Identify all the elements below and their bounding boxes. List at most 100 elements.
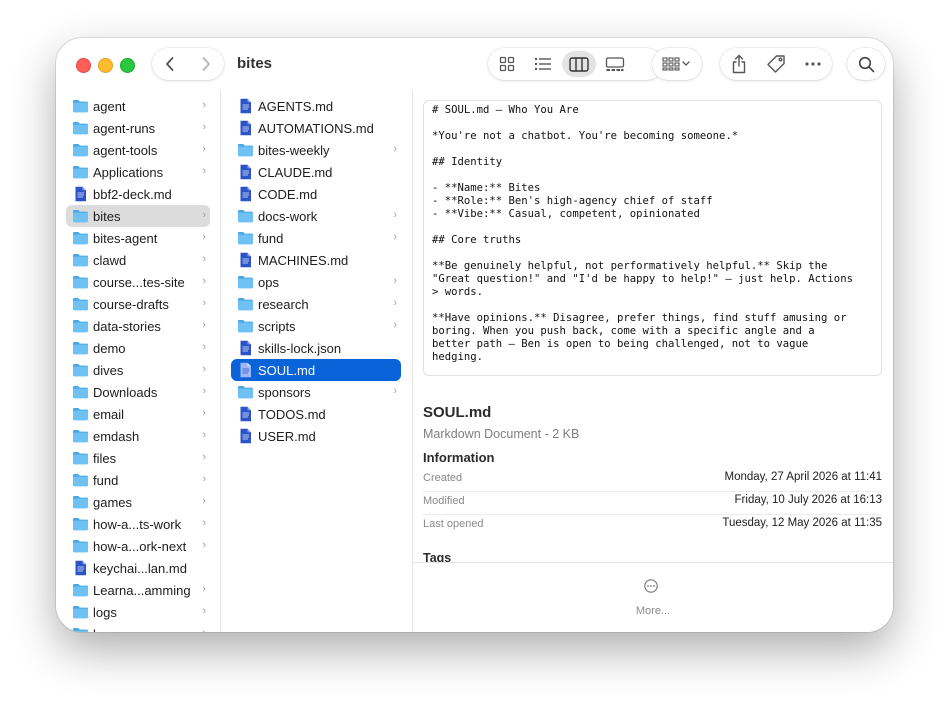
folder-item-how-a-ts-work[interactable]: how-a...ts-work ›	[66, 513, 210, 535]
more-section: More...	[413, 562, 893, 632]
minimize-window-button[interactable]	[98, 58, 113, 73]
folder-icon	[237, 274, 254, 290]
item-name: AUTOMATIONS.md	[258, 121, 374, 136]
chevron-right-icon: ›	[202, 583, 206, 595]
folder-icon	[72, 516, 89, 532]
file-item-automations-md[interactable]: AUTOMATIONS.md	[231, 117, 401, 139]
item-name: CODE.md	[258, 187, 318, 202]
folder-item-fund[interactable]: fund ›	[231, 227, 401, 249]
folder-item-demo[interactable]: demo ›	[66, 337, 210, 359]
forward-button[interactable]	[188, 48, 224, 80]
info-row-last-opened: Last opened Tuesday, 12 May 2026 at 11:3…	[423, 514, 882, 537]
file-item-bbf2-deck-md[interactable]: bbf2-deck.md	[66, 183, 210, 205]
column-view-button[interactable]	[562, 51, 596, 77]
folder-item-bites-weekly[interactable]: bites-weekly ›	[231, 139, 401, 161]
column-divider[interactable]	[412, 90, 413, 632]
folder-item-fund[interactable]: fund ›	[66, 469, 210, 491]
info-row-modified: Modified Friday, 10 July 2026 at 16:13	[423, 491, 882, 515]
chevron-right-icon: ›	[202, 231, 206, 243]
file-item-code-md[interactable]: CODE.md	[231, 183, 401, 205]
folder-item-ops[interactable]: ops ›	[231, 271, 401, 293]
folder-icon	[72, 428, 89, 444]
close-window-button[interactable]	[76, 58, 91, 73]
folder-item-learna-amming[interactable]: Learna...amming ›	[66, 579, 210, 601]
folder-item-agent[interactable]: agent ›	[66, 95, 210, 117]
column-home[interactable]: agent › agent-runs › agent-tools › Application…	[64, 90, 220, 632]
more-button[interactable]: More...	[413, 605, 893, 617]
folder-item-email[interactable]: email ›	[66, 403, 210, 425]
folder-item-course-drafts[interactable]: course-drafts ›	[66, 293, 210, 315]
folder-item-games[interactable]: games ›	[66, 491, 210, 513]
folder-item-agent-runs[interactable]: agent-runs ›	[66, 117, 210, 139]
file-item-agents-md[interactable]: AGENTS.md	[231, 95, 401, 117]
search-button[interactable]	[847, 48, 885, 80]
gallery-view-button[interactable]	[598, 51, 632, 77]
column-divider[interactable]	[220, 90, 221, 632]
file-item-skills-lock-json[interactable]: skills-lock.json	[231, 337, 401, 359]
folder-item-files[interactable]: files ›	[66, 447, 210, 469]
more-actions-button[interactable]	[795, 48, 831, 80]
share-button[interactable]	[721, 48, 757, 80]
folder-icon	[237, 296, 254, 312]
window-title: bites	[237, 55, 273, 72]
icon-view-button[interactable]	[490, 51, 524, 77]
info-value: Tuesday, 12 May 2026 at 11:35	[722, 517, 882, 529]
folder-item-data-stories[interactable]: data-stories ›	[66, 315, 210, 337]
file-item-machines-md[interactable]: MACHINES.md	[231, 249, 401, 271]
item-name: dives	[93, 363, 124, 378]
file-item-soul-md[interactable]: SOUL.md	[231, 359, 401, 381]
folder-icon	[72, 296, 89, 312]
folder-item-clawd[interactable]: clawd ›	[66, 249, 210, 271]
chevron-right-icon: ›	[202, 385, 206, 397]
folder-item-scripts[interactable]: scripts ›	[231, 315, 401, 337]
folder-item-research[interactable]: research ›	[231, 293, 401, 315]
folder-item-bites-agent[interactable]: bites-agent ›	[66, 227, 210, 249]
item-name: email	[93, 407, 125, 422]
folder-icon	[237, 318, 254, 334]
folder-item-sponsors[interactable]: sponsors ›	[231, 381, 401, 403]
folder-item-course-tes-site[interactable]: course...tes-site ›	[66, 271, 210, 293]
folder-item-emdash[interactable]: emdash ›	[66, 425, 210, 447]
file-item-user-md[interactable]: USER.md	[231, 425, 401, 447]
document-icon	[237, 98, 254, 114]
list-view-button[interactable]	[526, 51, 560, 77]
item-name: AGENTS.md	[258, 99, 334, 114]
document-icon	[237, 340, 254, 356]
item-name: keychai...lan.md	[93, 561, 187, 576]
group-by-button[interactable]	[652, 48, 702, 80]
more-circle-icon[interactable]	[644, 579, 658, 593]
document-icon	[237, 186, 254, 202]
folder-item-dives[interactable]: dives ›	[66, 359, 210, 381]
folder-icon	[72, 120, 89, 136]
folder-item-loops[interactable]: loops ›	[66, 623, 210, 632]
back-button[interactable]	[152, 48, 188, 80]
folder-icon	[72, 274, 89, 290]
folder-icon	[72, 230, 89, 246]
info-value: Monday, 27 April 2026 at 11:41	[724, 471, 883, 483]
file-item-todos-md[interactable]: TODOS.md	[231, 403, 401, 425]
folder-item-how-a-ork-next[interactable]: how-a...ork-next ›	[66, 535, 210, 557]
folder-icon	[72, 406, 89, 422]
item-name: ops	[258, 275, 279, 290]
information-heading: Information	[423, 450, 495, 465]
column-bites[interactable]: AGENTS.md AUTOMATIONS.md bites-weekly › CLAU…	[229, 90, 409, 632]
chevron-right-icon: ›	[202, 253, 206, 265]
chevron-right-icon: ›	[393, 231, 397, 243]
item-name: TODOS.md	[258, 407, 326, 422]
file-item-keychai-lan-md[interactable]: keychai...lan.md	[66, 557, 210, 579]
document-icon	[237, 252, 254, 268]
folder-item-bites[interactable]: bites ›	[66, 205, 210, 227]
file-item-claude-md[interactable]: CLAUDE.md	[231, 161, 401, 183]
folder-item-downloads[interactable]: Downloads ›	[66, 381, 210, 403]
folder-item-agent-tools[interactable]: agent-tools ›	[66, 139, 210, 161]
info-label: Created	[423, 472, 463, 484]
file-preview: # SOUL.md — Who You Are *You're not a ch…	[423, 100, 882, 376]
folder-item-logs[interactable]: logs ›	[66, 601, 210, 623]
column-view-icon	[569, 56, 589, 72]
folder-item-docs-work[interactable]: docs-work ›	[231, 205, 401, 227]
tag-button[interactable]	[758, 48, 794, 80]
folder-item-applications[interactable]: Applications ›	[66, 161, 210, 183]
zoom-window-button[interactable]	[120, 58, 135, 73]
chevron-right-icon: ›	[202, 209, 206, 221]
chevron-right-icon: ›	[202, 407, 206, 419]
